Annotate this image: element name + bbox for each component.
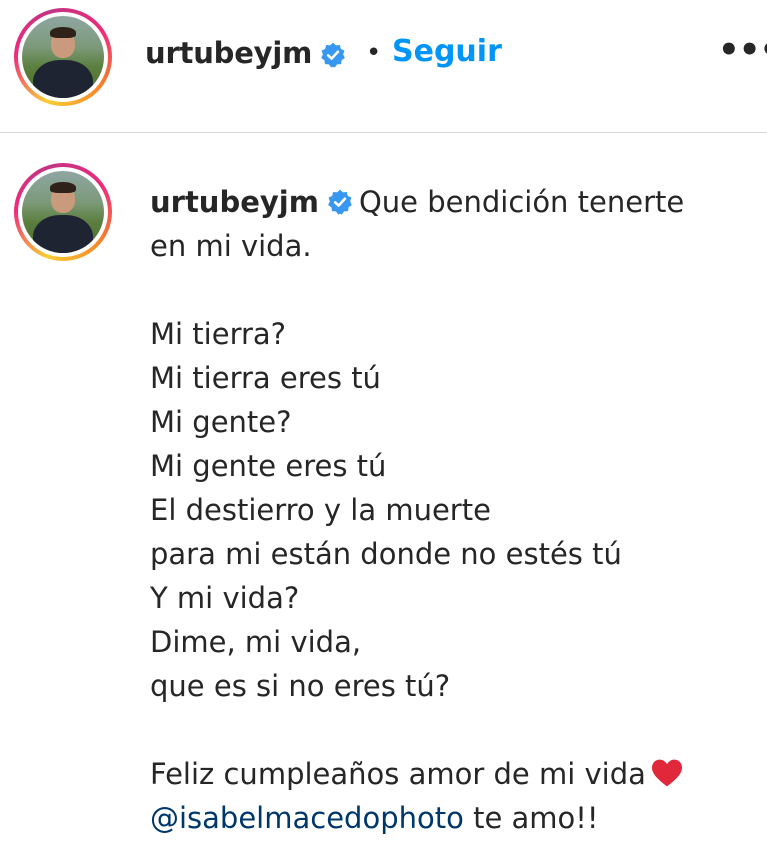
avatar-image — [22, 16, 104, 98]
caption-line: Dime, mi vida, — [150, 625, 362, 659]
mention-link[interactable]: @isabelmacedophoto — [150, 801, 464, 835]
caption-text: Que bendición tenerte — [358, 185, 685, 219]
header-separator: • — [366, 38, 382, 68]
caption-mention-suffix: te amo!! — [463, 801, 599, 835]
avatar-image — [22, 171, 104, 253]
caption-line: El destierro y la muerte — [150, 493, 491, 527]
avatar-gap — [18, 12, 108, 102]
caption-username[interactable]: urtubeyjm — [150, 185, 319, 219]
caption-avatar[interactable] — [14, 163, 112, 261]
caption-line: Mi tierra? — [150, 317, 287, 351]
caption-first-line: urtubeyjm Que bendición tenerte — [150, 180, 750, 224]
story-avatar[interactable] — [14, 8, 112, 106]
avatar-gap — [18, 167, 108, 257]
more-options-icon[interactable]: ••• — [718, 33, 767, 70]
header-username[interactable]: urtubeyjm — [145, 36, 312, 70]
follow-button[interactable]: Seguir — [392, 34, 502, 69]
caption-closing-line: Feliz cumpleaños amor de mi vida — [150, 752, 750, 796]
post-header: urtubeyjm • Seguir ••• — [0, 0, 767, 133]
verified-badge-icon — [321, 42, 345, 68]
caption-line: para mi están donde no estés tú — [150, 537, 622, 571]
caption-line: en mi vida. — [150, 229, 312, 263]
red-heart-icon — [651, 759, 682, 787]
caption-line: Mi gente eres tú — [150, 449, 387, 483]
caption-line: Mi tierra eres tú — [150, 361, 381, 395]
caption-line: Mi gente? — [150, 405, 292, 439]
caption-line: que es si no eres tú? — [150, 669, 451, 703]
post-caption: urtubeyjm Que bendición tenerte en mi vid… — [150, 180, 750, 840]
verified-badge-icon — [328, 189, 352, 215]
caption-line: Y mi vida? — [150, 581, 300, 615]
caption-mention-line: @isabelmacedophoto te amo!! — [150, 796, 750, 840]
caption-closing-text: Feliz cumpleaños amor de mi vida — [150, 757, 646, 791]
